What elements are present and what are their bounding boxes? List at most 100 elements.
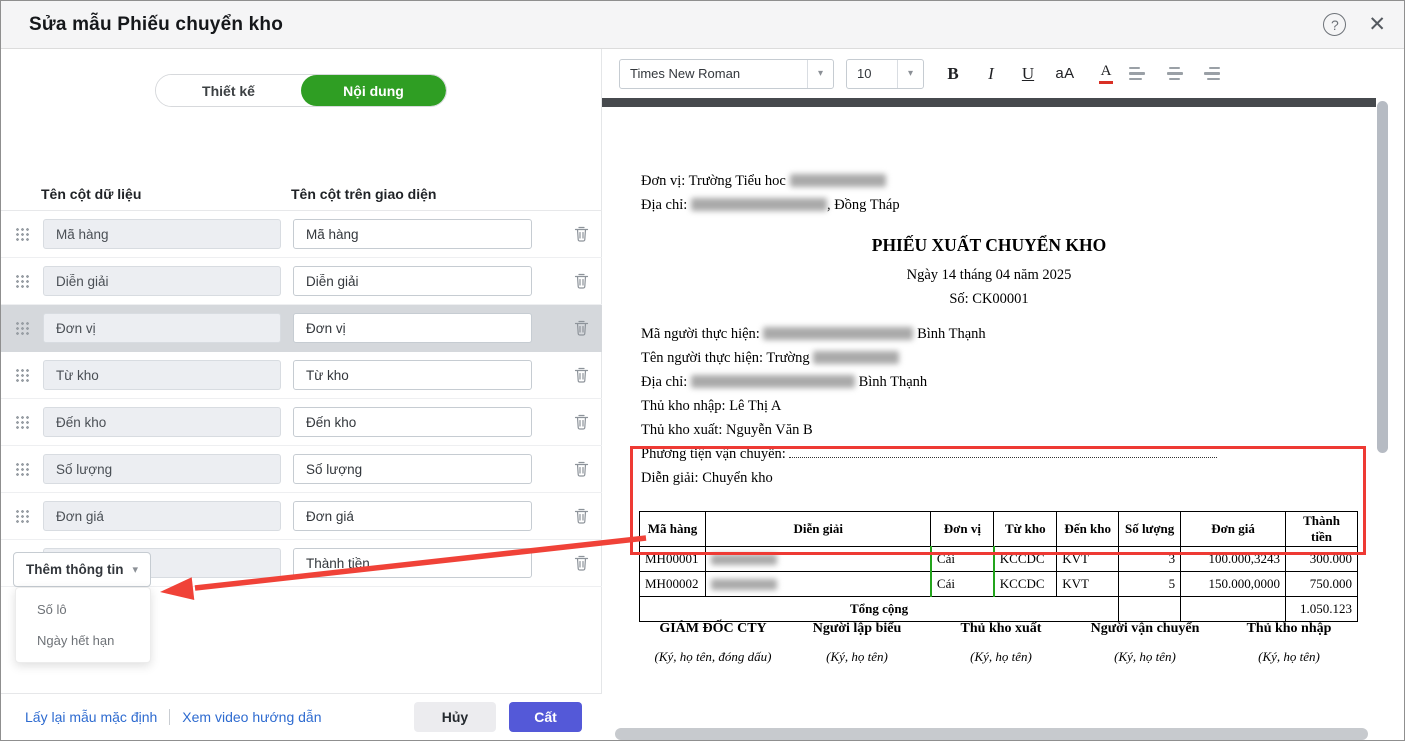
chevron-down-icon: ▾ [132,563,138,576]
dotted-fill-line [789,447,1217,458]
page-top-edge [602,98,1376,107]
redacted-text [763,327,913,340]
drag-handle-icon[interactable] [15,274,29,288]
data-column-input[interactable] [43,501,281,531]
cancel-button[interactable]: Hủy [414,702,496,732]
doc-title: PHIẾU XUẤT CHUYỂN KHO [602,235,1376,256]
font-family-select[interactable]: Times New Roman ▾ [619,59,834,89]
menu-item-ngay-het-han[interactable]: Ngày hết hạn [16,625,150,656]
align-left-icon[interactable] [1129,67,1146,80]
doc-info-line: Địa chỉ: Bình Thạnh [641,374,927,391]
redacted-text [691,375,855,388]
table-row: MH00002 Cái KCCDC KVT 5 150.000,0000 750… [640,572,1358,597]
drag-handle-icon[interactable] [15,462,29,476]
column-row-ma-hang [1,211,602,258]
column-row-so-luong [1,446,602,493]
delete-icon[interactable] [573,272,590,290]
data-column-input[interactable] [43,360,281,390]
divider [169,709,170,725]
display-column-input[interactable] [293,313,532,343]
dialog-title: Sửa mẫu Phiếu chuyển kho [29,14,283,36]
drag-handle-icon[interactable] [15,227,29,241]
data-column-input[interactable] [43,313,281,343]
chevron-down-icon: ▾ [807,60,833,88]
preview-panel: Times New Roman ▾ 10 ▾ B I U aA A Đơn vị… [602,49,1404,740]
items-table: Mã hàngDiễn giải Đơn vịTừ kho Đến khoSố … [639,511,1358,622]
chevron-down-icon: ▾ [897,60,923,88]
data-column-input[interactable] [43,219,281,249]
horizontal-scrollbar[interactable] [615,728,1368,740]
doc-info-line: Phương tiện vận chuyển: [641,446,1217,463]
data-column-input[interactable] [43,266,281,296]
menu-item-so-lo[interactable]: Số lô [16,594,150,625]
doc-address-line: Địa chỉ: , Đồng Tháp [641,197,900,214]
add-info-dropdown[interactable]: Thêm thông tin ▾ [13,552,151,587]
drag-handle-icon[interactable] [15,509,29,523]
text-case-icon[interactable]: aA [1053,49,1077,98]
close-icon[interactable]: ✕ [1368,14,1386,35]
save-button[interactable]: Cất [509,702,582,732]
display-column-input[interactable] [293,501,532,531]
drag-handle-icon[interactable] [15,415,29,429]
format-toolbar: Times New Roman ▾ 10 ▾ B I U aA A [602,49,1404,98]
display-column-input[interactable] [293,266,532,296]
delete-icon[interactable] [573,554,590,572]
align-center-icon[interactable] [1166,67,1183,80]
doc-unit-line: Đơn vị: Trường Tiểu hoc [641,173,886,190]
signature-block: Thủ kho xuất(Ký, họ tên) [929,621,1073,665]
delete-icon[interactable] [573,507,590,525]
display-column-input[interactable] [293,454,532,484]
align-right-icon[interactable] [1203,67,1220,80]
column-row-tu-kho [1,352,602,399]
signature-block: Thủ kho nhập(Ký, họ tên) [1217,621,1361,665]
signature-block: Người vận chuyển(Ký, họ tên) [1073,621,1217,665]
delete-icon[interactable] [573,460,590,478]
add-info-menu: Số lô Ngày hết hạn [15,587,151,663]
column-row-don-gia [1,493,602,540]
data-column-input[interactable] [43,454,281,484]
signature-block: Người lập biểu(Ký, họ tên) [785,621,929,665]
reset-default-template-link[interactable]: Lấy lại mẫu mặc định [25,709,157,725]
redacted-text [813,351,899,364]
display-column-input[interactable] [293,407,532,437]
tab-noi-dung[interactable]: Nội dung [301,75,446,106]
tab-thiet-ke[interactable]: Thiết kế [156,75,301,106]
display-column-input[interactable] [293,360,532,390]
doc-info-line: Thủ kho xuất: Nguyễn Văn B [641,422,813,439]
table-total-row: Tổng cộng 1.050.123 [640,597,1358,622]
doc-number-line: Số: CK00001 [602,291,1376,308]
column-list [1,211,602,587]
doc-date-line: Ngày 14 tháng 04 năm 2025 [602,267,1376,284]
display-column-input[interactable] [293,548,532,578]
italic-icon[interactable]: I [979,49,1003,98]
column-row-dien-giai [1,258,602,305]
drag-handle-icon[interactable] [15,321,29,335]
doc-info-line: Diễn giải: Chuyển kho [641,470,773,487]
table-header-row: Mã hàngDiễn giải Đơn vịTừ kho Đến khoSố … [640,512,1358,547]
underline-icon[interactable]: U [1016,49,1040,98]
delete-icon[interactable] [573,319,590,337]
delete-icon[interactable] [573,413,590,431]
watch-video-guide-link[interactable]: Xem video hướng dẫn [182,709,321,725]
doc-info-line: Thủ kho nhập: Lê Thị A [641,398,781,415]
signature-block: GIÁM ĐỐC CTY(Ký, họ tên, đóng dấu) [641,621,785,665]
vertical-scrollbar[interactable] [1377,101,1388,453]
document-preview: Đơn vị: Trường Tiểu hoc Địa chỉ: , Đồng … [602,107,1376,740]
display-column-input[interactable] [293,219,532,249]
edit-template-dialog: Sửa mẫu Phiếu chuyển kho ? ✕ Thiết kế Nộ… [0,0,1405,741]
signature-row: GIÁM ĐỐC CTY(Ký, họ tên, đóng dấu) Người… [641,621,1361,665]
font-color-icon[interactable]: A [1094,49,1118,98]
bold-icon[interactable]: B [941,49,965,98]
font-size-select[interactable]: 10 ▾ [846,59,924,89]
redacted-text [711,554,777,565]
display-column-header: Tên cột trên giao diện [291,186,436,202]
tab-switcher: Thiết kế Nội dung [155,74,447,107]
delete-icon[interactable] [573,225,590,243]
drag-handle-icon[interactable] [15,368,29,382]
help-icon[interactable]: ? [1323,13,1346,36]
doc-info-line: Tên người thực hiện: Trường [641,350,899,367]
table-row: MH00001 Cái KCCDC KVT 3 100.000,3243 300… [640,547,1358,572]
delete-icon[interactable] [573,366,590,384]
data-column-input[interactable] [43,407,281,437]
column-row-don-vi [1,305,602,352]
